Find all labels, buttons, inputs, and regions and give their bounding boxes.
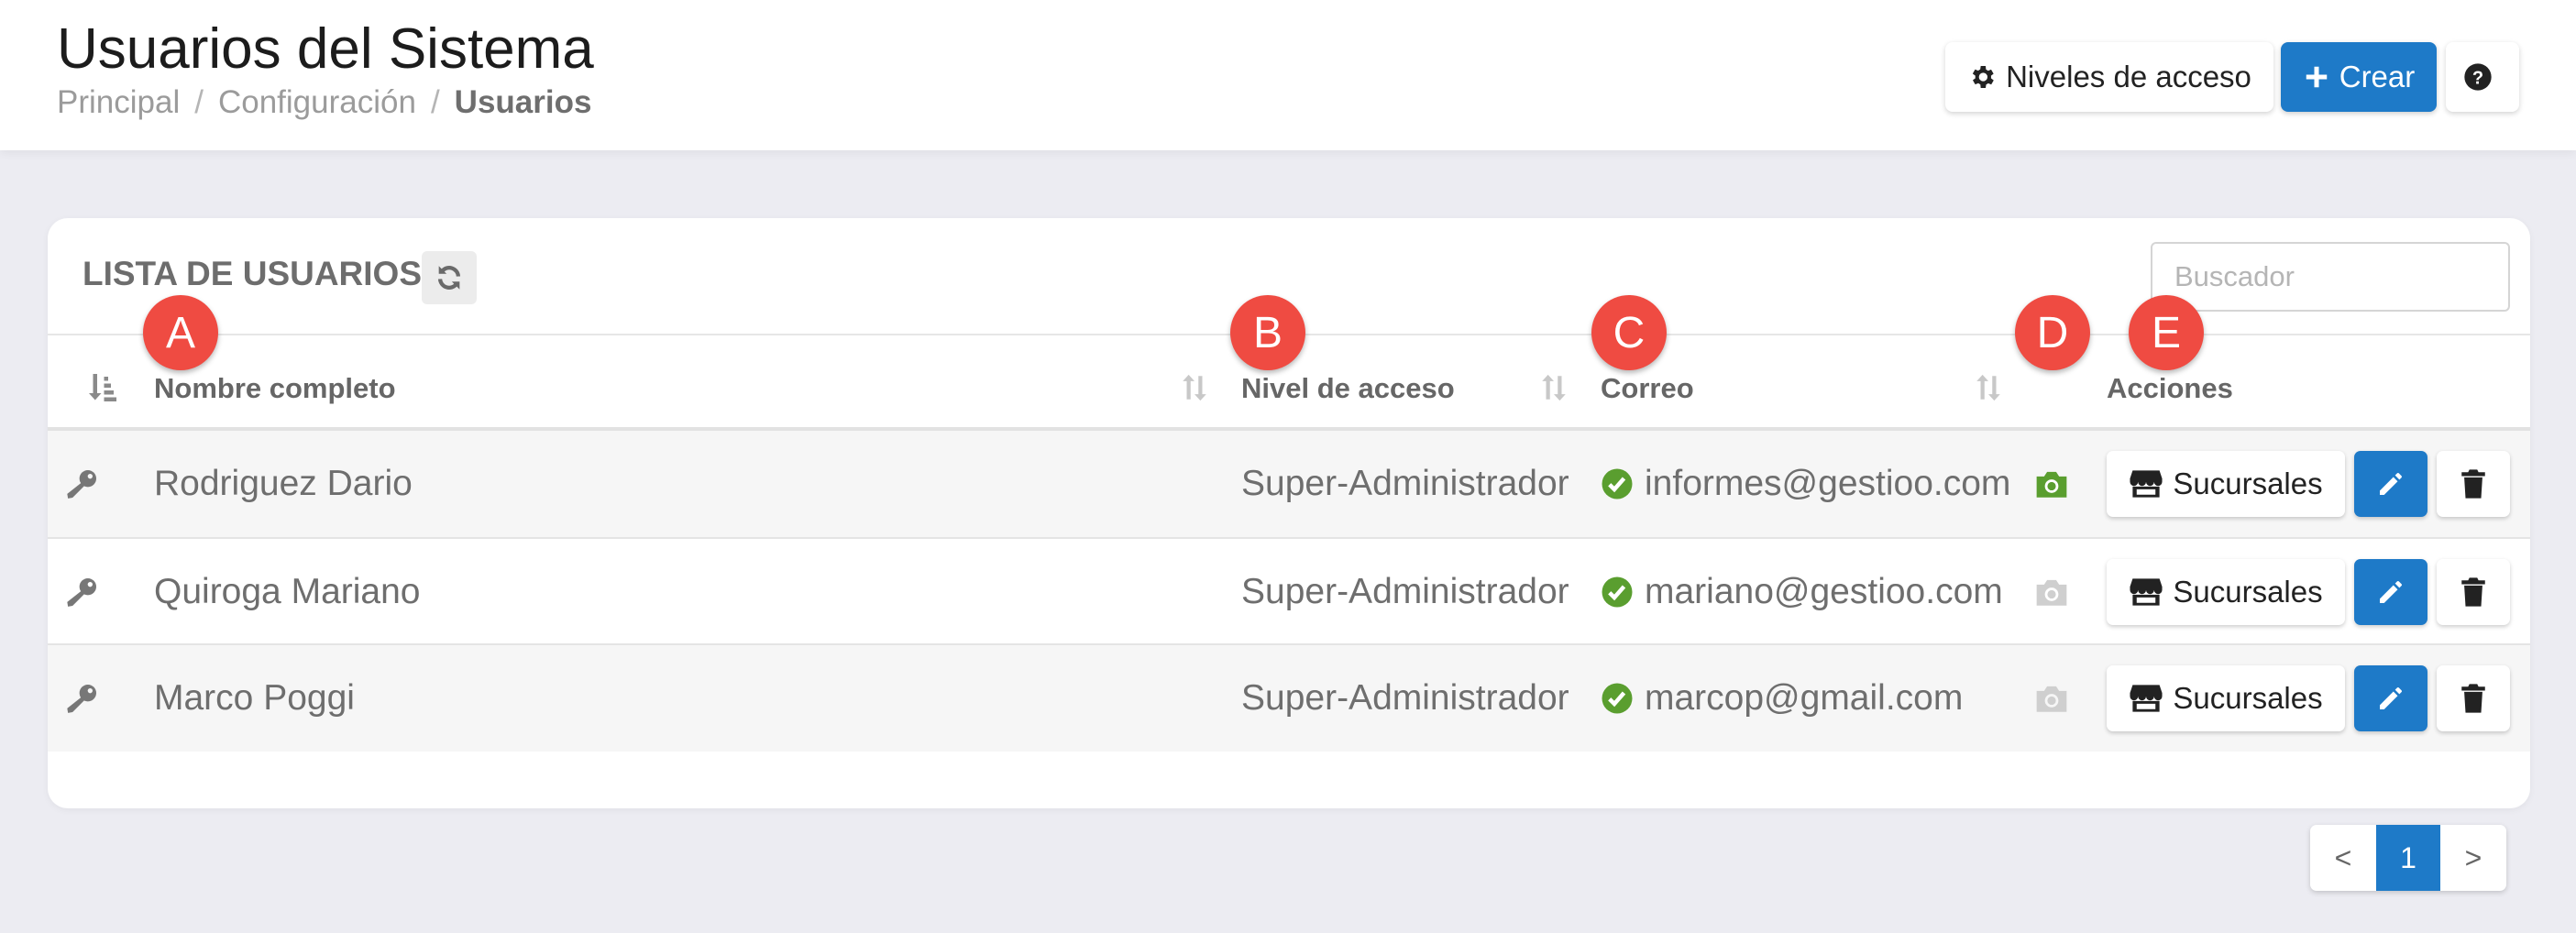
breadcrumb-configuracion[interactable]: Configuración xyxy=(218,84,416,121)
user-level: Super-Administrador xyxy=(1241,572,1569,611)
sucursales-label: Sucursales xyxy=(2173,681,2323,715)
store-icon xyxy=(2130,470,2163,498)
column-header-nombre[interactable]: Nombre completo xyxy=(154,372,396,405)
pagination-next[interactable]: > xyxy=(2440,825,2506,891)
refresh-icon xyxy=(437,266,461,290)
key-icon[interactable] xyxy=(64,680,101,717)
sort-icon[interactable] xyxy=(1973,370,2004,405)
camera-icon[interactable] xyxy=(2033,576,2070,609)
user-name: Marco Poggi xyxy=(154,678,355,718)
annotation-badge-b: B xyxy=(1230,295,1305,370)
pagination-prev[interactable]: < xyxy=(2310,825,2376,891)
list-title: LISTA DE USUARIOS xyxy=(83,255,423,292)
key-icon[interactable] xyxy=(64,466,101,502)
check-circle-icon xyxy=(1602,576,1633,608)
user-email: mariano@gestioo.com xyxy=(1645,572,2003,611)
sucursales-label: Sucursales xyxy=(2173,466,2323,500)
camera-icon[interactable] xyxy=(2033,682,2070,715)
table-row: Rodriguez Dario Super-Administrador info… xyxy=(48,431,2530,537)
breadcrumb-separator: / xyxy=(194,84,204,120)
sucursales-button[interactable]: Sucursales xyxy=(2107,559,2345,625)
user-email-cell: mariano@gestioo.com xyxy=(1601,539,2003,645)
search-input[interactable] xyxy=(2151,242,2510,312)
crear-label: Crear xyxy=(2339,60,2416,93)
users-list-card: LISTA DE USUARIOS A B C D E Nombre compl… xyxy=(48,218,2530,808)
key-cell xyxy=(64,645,101,752)
photo-cell xyxy=(2033,645,2070,752)
pencil-icon xyxy=(2380,581,2402,603)
pagination-page-1[interactable]: 1 xyxy=(2376,825,2440,891)
refresh-button[interactable] xyxy=(422,251,477,304)
user-name: Quiroga Mariano xyxy=(154,572,421,611)
edit-button[interactable] xyxy=(2354,559,2427,625)
delete-button[interactable] xyxy=(2437,665,2510,731)
edit-button[interactable] xyxy=(2354,451,2427,517)
sucursales-button[interactable]: Sucursales xyxy=(2107,451,2345,517)
top-header: Usuarios del Sistema Principal / Configu… xyxy=(0,0,2576,150)
user-level: Super-Administrador xyxy=(1241,678,1569,718)
sucursales-button[interactable]: Sucursales xyxy=(2107,665,2345,731)
annotation-badge-d: D xyxy=(2015,295,2090,370)
sort-desc-icon[interactable] xyxy=(86,370,119,405)
breadcrumb-separator: / xyxy=(430,84,440,120)
svg-text:?: ? xyxy=(2472,68,2483,88)
key-cell xyxy=(64,539,101,645)
user-name: Rodriguez Dario xyxy=(154,464,413,503)
page-title: Usuarios del Sistema xyxy=(57,17,594,81)
question-circle-icon: ? xyxy=(2464,63,2492,91)
trash-icon xyxy=(2461,577,2485,607)
crear-button[interactable]: Crear xyxy=(2281,42,2437,112)
user-level: Super-Administrador xyxy=(1241,464,1569,503)
column-header-acciones: Acciones xyxy=(2107,372,2233,404)
store-icon xyxy=(2130,578,2163,606)
niveles-acceso-button[interactable]: Niveles de acceso xyxy=(1945,42,2273,112)
check-circle-icon xyxy=(1602,468,1633,499)
gear-icon xyxy=(1972,66,1994,88)
check-circle-icon xyxy=(1602,683,1633,714)
breadcrumb-principal[interactable]: Principal xyxy=(57,84,180,121)
pencil-icon xyxy=(2380,687,2402,709)
edit-button[interactable] xyxy=(2354,665,2427,731)
niveles-acceso-label: Niveles de acceso xyxy=(2006,60,2251,93)
trash-icon xyxy=(2461,684,2485,713)
plus-icon xyxy=(2306,66,2327,88)
user-email-cell: informes@gestioo.com xyxy=(1601,431,2010,537)
breadcrumb: Principal / Configuración / Usuarios xyxy=(57,84,591,121)
trash-icon xyxy=(2461,469,2485,499)
delete-button[interactable] xyxy=(2437,451,2510,517)
user-email-cell: marcop@gmail.com xyxy=(1601,645,1963,752)
key-icon[interactable] xyxy=(64,574,101,610)
pagination: < 1 > xyxy=(2310,825,2506,891)
store-icon xyxy=(2130,685,2163,712)
pencil-icon xyxy=(2380,473,2402,495)
table-row: Quiroga Mariano Super-Administrador mari… xyxy=(48,539,2530,645)
column-header-correo[interactable]: Correo xyxy=(1601,372,1694,405)
annotation-badge-c: C xyxy=(1591,295,1667,370)
key-cell xyxy=(64,431,101,537)
delete-button[interactable] xyxy=(2437,559,2510,625)
sucursales-label: Sucursales xyxy=(2173,575,2323,609)
annotation-badge-e: E xyxy=(2129,295,2204,370)
column-header-nivel[interactable]: Nivel de acceso xyxy=(1241,372,1455,405)
table-row: Marco Poggi Super-Administrador marcop@g… xyxy=(48,645,2530,752)
photo-cell xyxy=(2033,539,2070,645)
photo-cell xyxy=(2033,431,2070,537)
sort-icon[interactable] xyxy=(1538,370,1569,405)
user-email: marcop@gmail.com xyxy=(1645,678,1964,718)
help-button[interactable]: ? xyxy=(2446,42,2519,112)
sort-icon[interactable] xyxy=(1179,370,1210,405)
user-email: informes@gestioo.com xyxy=(1645,464,2011,503)
annotation-badge-a: A xyxy=(143,295,218,370)
camera-icon[interactable] xyxy=(2033,467,2070,500)
breadcrumb-usuarios: Usuarios xyxy=(454,84,592,120)
